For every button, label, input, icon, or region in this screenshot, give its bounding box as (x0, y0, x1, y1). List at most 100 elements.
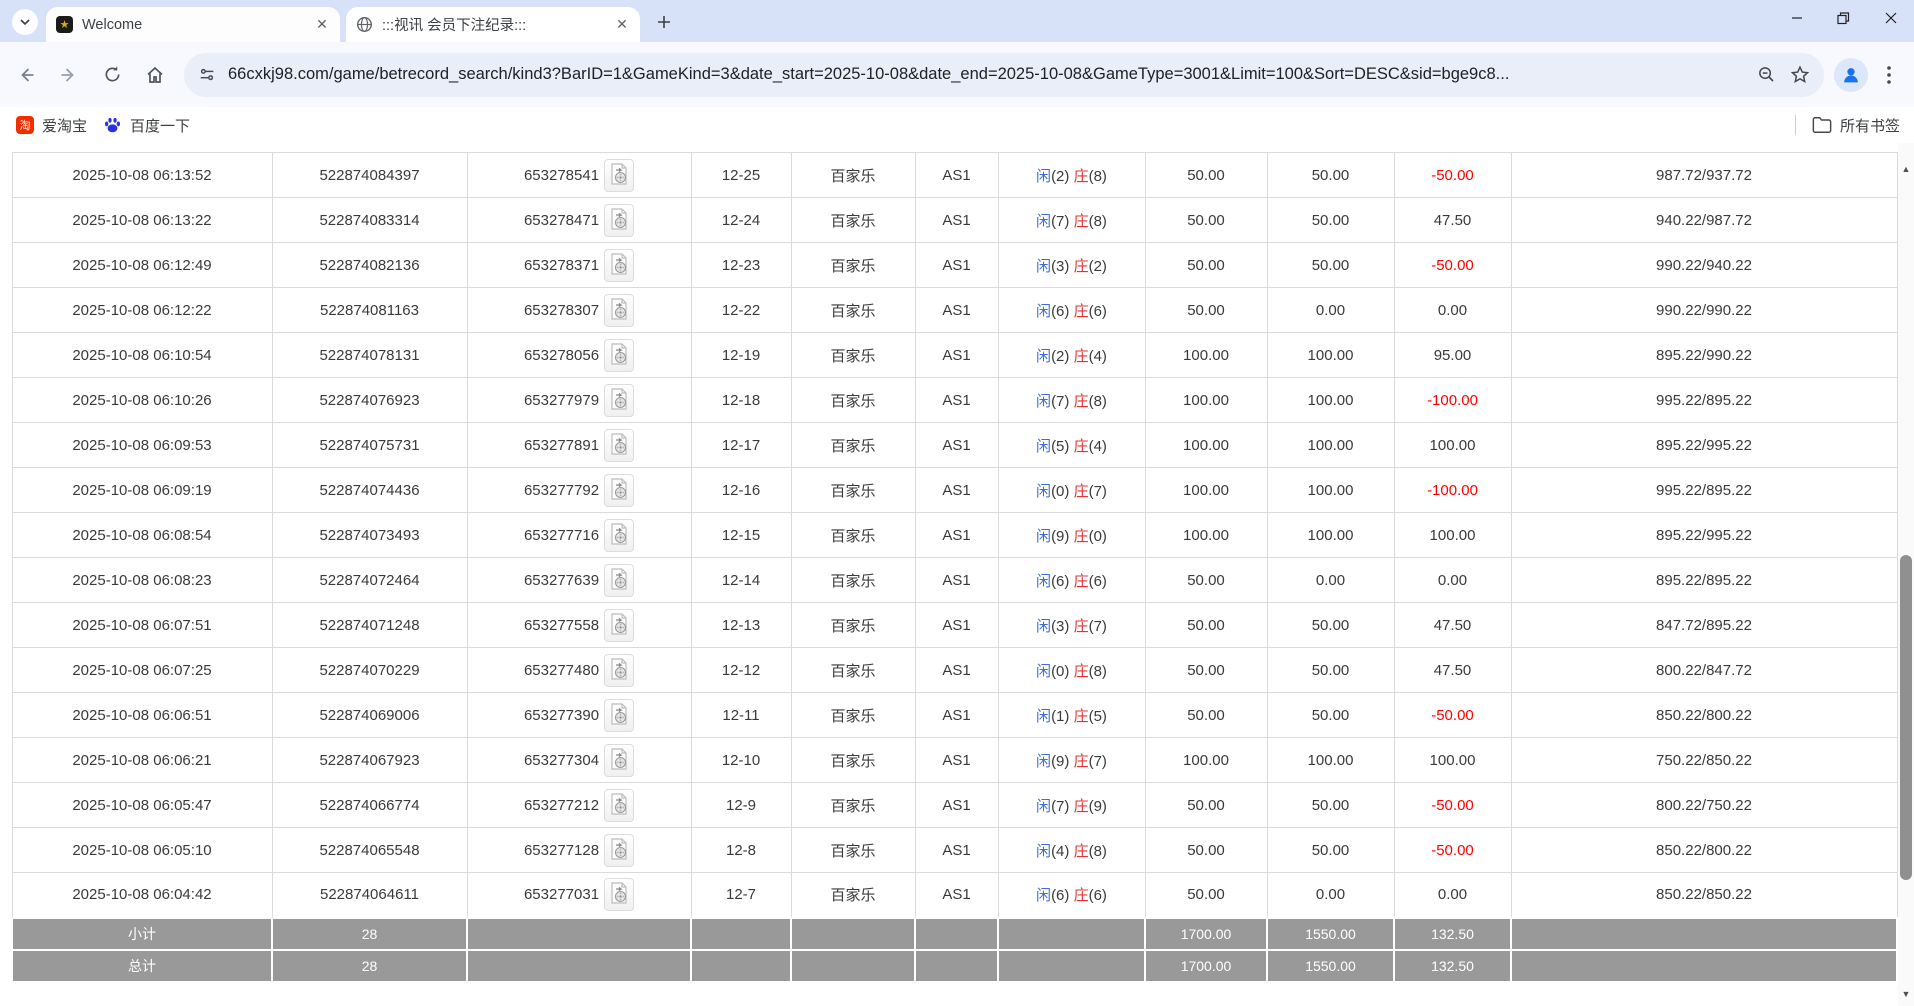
table-id: AS1 (914, 422, 999, 468)
bookmark-star-button[interactable] (1790, 64, 1810, 85)
close-window-button[interactable] (1867, 0, 1914, 36)
new-tab-button[interactable] (650, 8, 678, 36)
bet-amount-link[interactable]: 50.00 (1144, 692, 1268, 738)
game-number-cell: 653277891 (466, 422, 692, 468)
bet-amount-link[interactable]: 50.00 (1144, 242, 1268, 288)
player-label: 闲 (1036, 662, 1052, 680)
video-replay-button[interactable] (604, 383, 635, 417)
all-bookmarks[interactable]: 所有书签 (1794, 115, 1900, 136)
video-replay-button[interactable] (604, 833, 635, 867)
bet-amount-link[interactable]: 50.00 (1144, 647, 1268, 693)
scroll-up-arrow[interactable]: ▲ (1898, 161, 1914, 177)
bet-amount-link[interactable]: 50.00 (1144, 602, 1268, 648)
window-controls (1773, 0, 1914, 36)
video-replay-button[interactable] (604, 518, 635, 552)
site-info-icon[interactable] (198, 66, 216, 84)
win-loss: 100.00 (1393, 512, 1512, 558)
video-replay-button[interactable] (604, 653, 635, 687)
banker-label: 庄 (1073, 527, 1089, 545)
folder-icon (1812, 117, 1832, 133)
site-favicon: ★ (56, 16, 73, 33)
video-replay-button[interactable] (604, 248, 635, 282)
valid-amount: 100.00 (1266, 377, 1395, 423)
minimize-button[interactable] (1773, 0, 1820, 36)
close-tab-icon[interactable]: ✕ (612, 15, 632, 35)
bet-amount-link[interactable]: 100.00 (1144, 737, 1268, 783)
scroll-down-arrow[interactable]: ▼ (1898, 986, 1914, 1002)
bet-amount-link[interactable]: 50.00 (1144, 197, 1268, 243)
subtotal-row: 小计 28 1700.00 1550.00 132.50 (11, 916, 1898, 951)
game-number: 653278056 (523, 346, 600, 364)
table-id: AS1 (914, 242, 999, 288)
reload-button[interactable] (95, 58, 129, 92)
video-replay-button[interactable] (604, 743, 635, 777)
bet-amount-link[interactable]: 100.00 (1144, 332, 1268, 378)
subtotal-count: 28 (271, 916, 468, 951)
home-button[interactable] (138, 58, 172, 92)
bet-amount-link[interactable]: 100.00 (1144, 422, 1268, 468)
balance: 800.22/750.22 (1510, 782, 1898, 828)
order-number: 522874072464 (271, 557, 468, 603)
zoom-out-indicator[interactable] (1757, 65, 1776, 84)
forward-button[interactable] (52, 58, 86, 92)
banker-points: (6) (1088, 572, 1107, 590)
table-id: AS1 (914, 512, 999, 558)
bet-amount-link[interactable]: 50.00 (1144, 152, 1268, 198)
player-label: 闲 (1036, 842, 1052, 860)
close-tab-icon[interactable]: ✕ (312, 15, 332, 35)
video-replay-button[interactable] (604, 158, 635, 192)
bet-amount-link[interactable]: 100.00 (1144, 377, 1268, 423)
video-replay-button[interactable] (604, 473, 635, 507)
tab-welcome[interactable]: ★ Welcome ✕ (46, 7, 340, 42)
bookmark-aitaobao[interactable]: 淘 爱淘宝 (16, 115, 87, 136)
video-replay-button[interactable] (604, 878, 635, 912)
bet-amount-link[interactable]: 100.00 (1144, 512, 1268, 558)
game-number-cell: 653277212 (466, 782, 692, 828)
valid-amount: 50.00 (1266, 197, 1395, 243)
url-text[interactable]: 66cxkj98.com/game/betrecord_search/kind3… (228, 65, 1743, 84)
table-id: AS1 (914, 827, 999, 873)
video-replay-button[interactable] (604, 563, 635, 597)
win-loss: 0.00 (1393, 872, 1512, 918)
bet-time: 2025-10-08 06:10:26 (11, 377, 273, 423)
tab-search-button[interactable] (12, 9, 38, 35)
bet-content: 闲(7) 庄(8) (997, 197, 1146, 243)
game-type: 百家乐 (790, 737, 916, 783)
player-points: (6) (1051, 302, 1070, 320)
profile-button[interactable] (1834, 57, 1868, 92)
table-row: 2025-10-08 06:08:54 522874073493 6532777… (11, 512, 1898, 558)
bet-time: 2025-10-08 06:09:53 (11, 422, 273, 468)
game-number-cell: 653277304 (466, 737, 692, 783)
bet-amount-link[interactable]: 50.00 (1144, 827, 1268, 873)
video-replay-button[interactable] (604, 203, 635, 237)
player-points: (2) (1051, 167, 1070, 185)
video-replay-button[interactable] (604, 608, 635, 642)
scrollbar-thumb[interactable] (1900, 555, 1912, 880)
bet-amount-link[interactable]: 50.00 (1144, 782, 1268, 828)
browser-menu-button[interactable] (1874, 58, 1904, 92)
banker-label: 庄 (1073, 302, 1089, 320)
maximize-button[interactable] (1820, 0, 1867, 36)
game-number: 653277212 (523, 796, 600, 814)
video-replay-button[interactable] (604, 788, 635, 822)
video-replay-button[interactable] (604, 698, 635, 732)
game-type: 百家乐 (790, 557, 916, 603)
back-button[interactable] (9, 58, 43, 92)
address-bar[interactable]: 66cxkj98.com/game/betrecord_search/kind3… (184, 52, 1824, 97)
video-replay-button[interactable] (604, 428, 635, 462)
bet-amount-link[interactable]: 50.00 (1144, 287, 1268, 333)
video-replay-button[interactable] (604, 293, 635, 327)
vertical-scrollbar[interactable]: ▲ ▼ (1898, 143, 1914, 1006)
video-replay-button[interactable] (604, 338, 635, 372)
player-label: 闲 (1036, 527, 1052, 545)
tab-betrecord[interactable]: :::视讯 会员下注纪录::: ✕ (346, 7, 640, 42)
total-bet: 1700.00 (1144, 948, 1268, 983)
bookmark-baidu[interactable]: 百度一下 (103, 115, 190, 136)
round-number: 12-15 (690, 512, 792, 558)
bet-amount-link[interactable]: 50.00 (1144, 872, 1268, 918)
bet-amount-link[interactable]: 100.00 (1144, 467, 1268, 513)
bet-amount-link[interactable]: 50.00 (1144, 557, 1268, 603)
round-number: 12-24 (690, 197, 792, 243)
round-number: 12-25 (690, 152, 792, 198)
player-label: 闲 (1036, 437, 1052, 455)
